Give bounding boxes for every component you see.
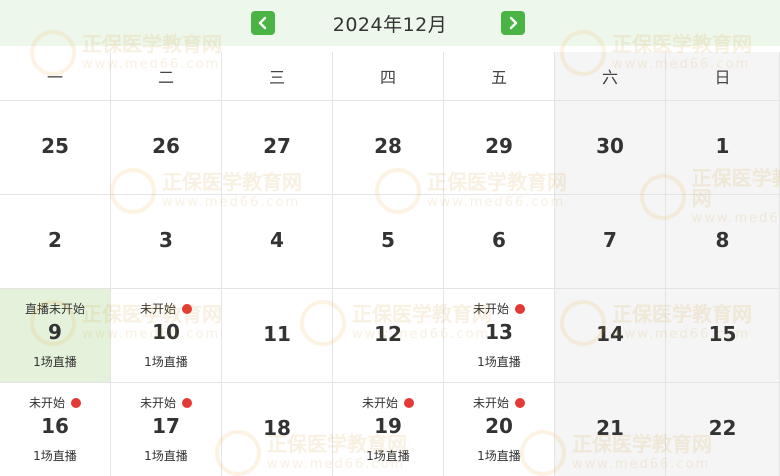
day-number: 7 (603, 228, 617, 252)
weekday-sat: 六 (555, 52, 666, 100)
live-status: 未开始 (0, 394, 110, 411)
day-cell[interactable]: 22 (666, 382, 780, 476)
day-number: 13 (485, 320, 513, 344)
day-cell[interactable]: 未开始 19 1场直播 (333, 382, 444, 476)
chevron-left-icon (258, 16, 267, 30)
live-status-text: 未开始 (28, 396, 65, 410)
day-cell[interactable]: 2 (0, 194, 111, 288)
day-cell[interactable]: 8 (666, 194, 780, 288)
next-month-button[interactable] (501, 11, 525, 35)
day-cell[interactable]: 27 (222, 100, 333, 194)
day-number: 20 (485, 414, 513, 438)
day-number: 5 (381, 228, 395, 252)
day-cell[interactable]: 未开始 20 1场直播 (444, 382, 555, 476)
live-count: 1场直播 (144, 355, 188, 369)
chevron-right-icon (509, 16, 518, 30)
day-number: 11 (263, 322, 291, 346)
day-cell[interactable]: 15 (666, 288, 780, 382)
live-status-text: 未开始 (472, 302, 509, 316)
day-cell[interactable]: 5 (333, 194, 444, 288)
day-cell[interactable]: 3 (111, 194, 222, 288)
weekday-sun: 日 (666, 52, 780, 100)
live-status-text: 未开始 (361, 396, 398, 410)
live-status: 未开始 (444, 300, 554, 317)
weekday-fri: 五 (444, 52, 555, 100)
day-cell[interactable]: 28 (333, 100, 444, 194)
status-dot-icon (404, 397, 414, 408)
weekday-wed: 三 (222, 52, 333, 100)
day-cell[interactable]: 26 (111, 100, 222, 194)
day-number: 19 (374, 414, 402, 438)
day-number: 1 (715, 134, 730, 158)
day-number: 25 (41, 134, 69, 158)
month-title: 2024年12月 (332, 13, 448, 36)
day-number: 15 (708, 322, 737, 346)
live-status-text: 未开始 (472, 396, 509, 410)
live-status-text: 未开始 (139, 396, 176, 410)
day-cell[interactable]: 7 (555, 194, 666, 288)
day-number: 10 (152, 320, 180, 344)
calendar-header: 2024年12月 (0, 0, 780, 46)
day-cell[interactable]: 未开始 17 1场直播 (111, 382, 222, 476)
status-dot-icon (515, 397, 525, 408)
day-cell[interactable]: 直播未开始 9 1场直播 (0, 288, 111, 382)
day-cell[interactable]: 30 (555, 100, 666, 194)
day-cell[interactable]: 21 (555, 382, 666, 476)
day-cell[interactable]: 18 (222, 382, 333, 476)
day-number: 27 (263, 134, 291, 158)
day-cell[interactable]: 4 (222, 194, 333, 288)
day-number: 9 (48, 320, 62, 344)
day-number: 6 (492, 228, 506, 252)
status-dot-icon (182, 303, 192, 314)
day-cell[interactable]: 11 (222, 288, 333, 382)
live-status: 未开始 (111, 300, 221, 317)
day-cell[interactable]: 12 (333, 288, 444, 382)
prev-month-button[interactable] (251, 11, 275, 35)
day-number: 26 (152, 134, 180, 158)
day-cell[interactable]: 6 (444, 194, 555, 288)
day-cell[interactable]: 未开始 16 1场直播 (0, 382, 111, 476)
day-number: 12 (374, 322, 402, 346)
live-status: 未开始 (111, 394, 221, 411)
day-cell[interactable]: 29 (444, 100, 555, 194)
day-cell[interactable]: 25 (0, 100, 111, 194)
live-status-text: 未开始 (139, 302, 176, 316)
day-cell[interactable]: 未开始 10 1场直播 (111, 288, 222, 382)
day-number: 17 (152, 414, 180, 438)
live-count: 1场直播 (144, 449, 188, 463)
status-dot-icon (71, 397, 81, 408)
day-number: 21 (596, 416, 624, 440)
day-number: 2 (48, 228, 62, 252)
status-dot-icon (182, 397, 192, 408)
day-number: 16 (41, 414, 69, 438)
live-status-text: 直播未开始 (24, 302, 85, 316)
live-count: 1场直播 (366, 449, 410, 463)
live-count: 1场直播 (477, 355, 521, 369)
day-number: 3 (159, 228, 173, 252)
calendar-grid: 25 26 27 28 29 30 1 2 3 4 5 6 7 8 直播未开始 9 1场直播 未开始 10 1场直播 1… (0, 100, 780, 476)
live-status: 未开始 (333, 394, 443, 411)
live-count: 1场直播 (33, 449, 77, 463)
weekday-tue: 二 (111, 52, 222, 100)
weekday-header-row: 一二三四五六日 (0, 52, 780, 100)
day-cell[interactable]: 14 (555, 288, 666, 382)
day-cell[interactable]: 未开始 13 1场直播 (444, 288, 555, 382)
live-status: 未开始 (444, 394, 554, 411)
live-count: 1场直播 (477, 449, 521, 463)
weekday-mon: 一 (0, 52, 111, 100)
live-status: 直播未开始 (0, 300, 110, 317)
day-number: 18 (263, 416, 291, 440)
day-number: 22 (708, 416, 737, 440)
day-number: 30 (596, 134, 624, 158)
day-number: 8 (715, 228, 730, 252)
status-dot-icon (515, 303, 525, 314)
day-number: 28 (374, 134, 402, 158)
live-count: 1场直播 (33, 355, 77, 369)
day-number: 29 (485, 134, 513, 158)
day-number: 14 (596, 322, 624, 346)
weekday-thu: 四 (333, 52, 444, 100)
day-cell[interactable]: 1 (666, 100, 780, 194)
day-number: 4 (270, 228, 284, 252)
